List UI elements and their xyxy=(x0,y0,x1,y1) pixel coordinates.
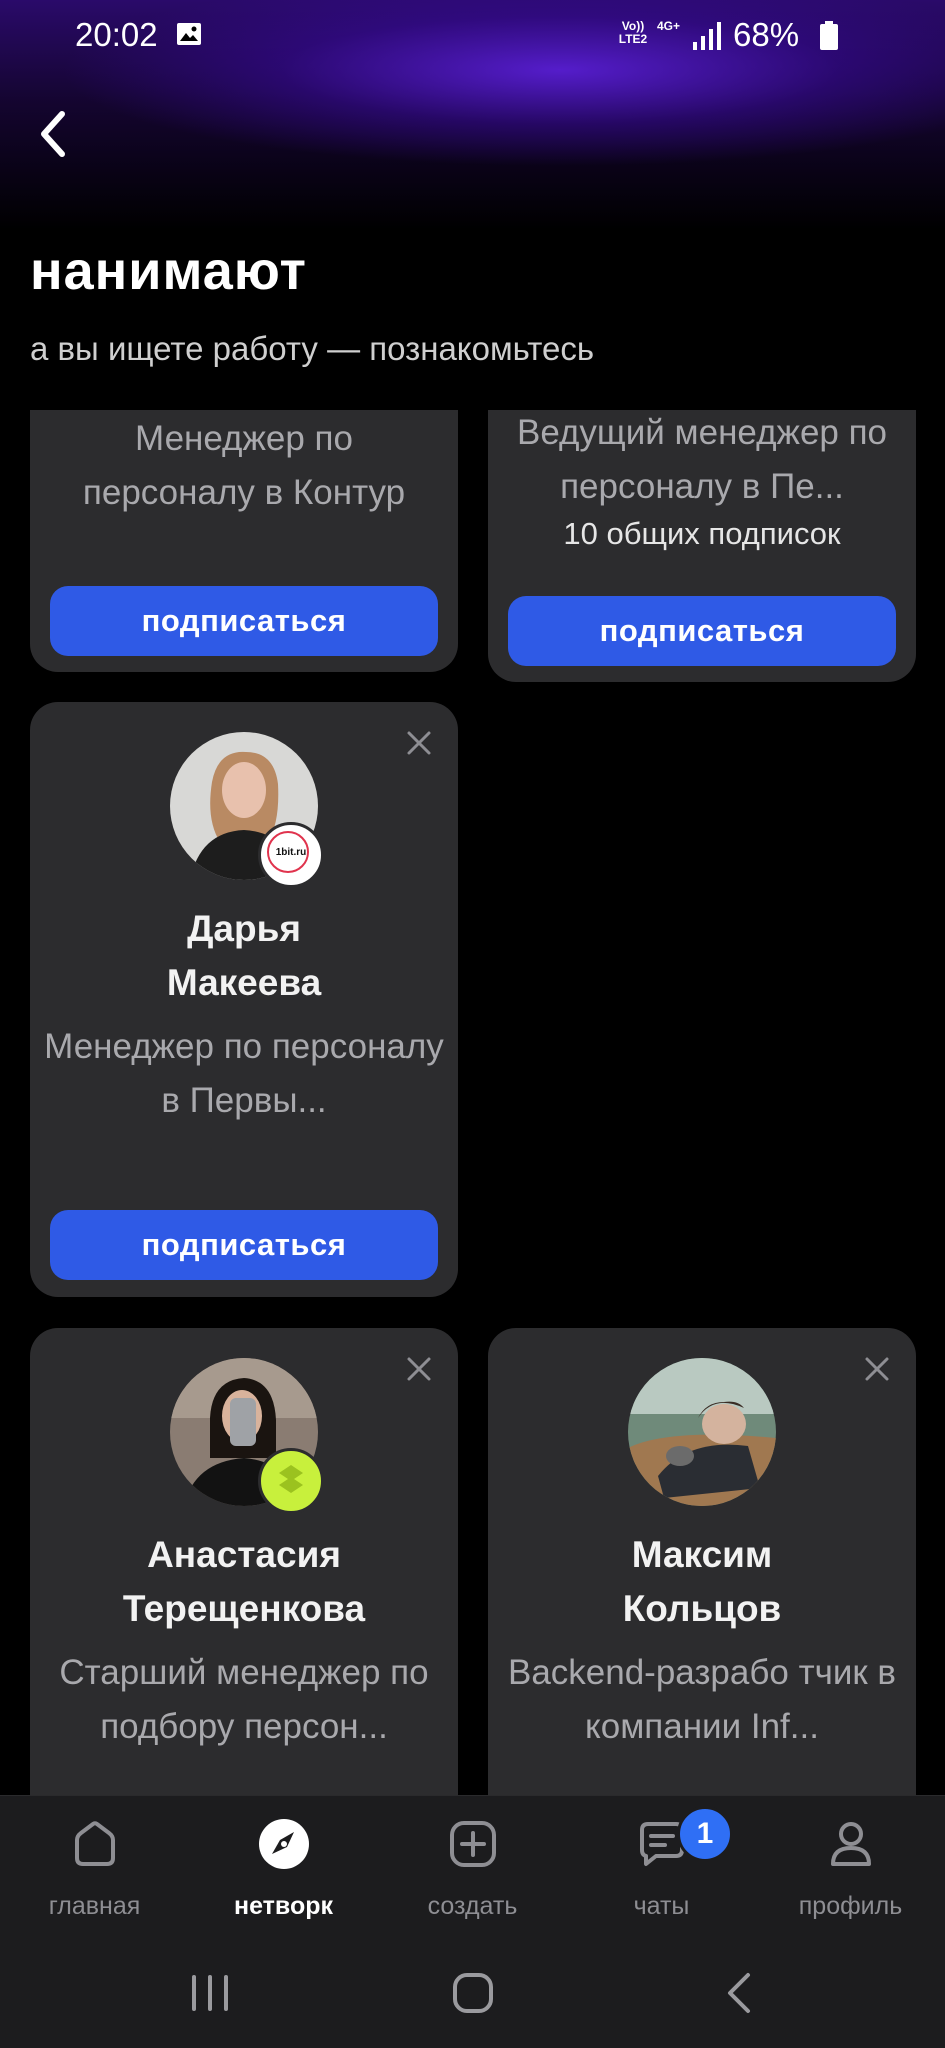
status-right: Vo)) LTE2 4G+ 68% xyxy=(585,14,945,54)
tab-label: главная xyxy=(48,1892,141,1920)
page-subtitle: а вы ищете работу — познакомьтесь xyxy=(30,330,595,367)
suggestions-grid[interactable]: Менеджер по персоналу в Контур подписать… xyxy=(0,410,945,1795)
company-badge-text: 1bit.ru xyxy=(275,847,307,858)
suggestion-card: Ведущий менеджер по персоналу в Пе... 10… xyxy=(488,410,916,682)
company-badge xyxy=(258,1448,324,1514)
company-logo-icon xyxy=(279,1465,303,1493)
chevron-left-icon xyxy=(41,111,65,157)
system-nav-bar xyxy=(0,1935,945,2048)
tab-label: создать xyxy=(427,1892,518,1920)
tab-chats[interactable]: 1 чаты xyxy=(567,1796,756,1936)
battery-icon xyxy=(820,21,838,50)
card-name[interactable]: Анастасия Терещенкова xyxy=(30,1528,458,1636)
signal-icon xyxy=(693,22,721,50)
close-icon[interactable] xyxy=(402,726,436,760)
subscribe-button[interactable]: подписаться xyxy=(50,586,438,656)
volte-indicator: Vo)) LTE2 xyxy=(618,19,648,46)
suggestion-card: Максим Кольцов Backend-разрабо тчик в ко… xyxy=(488,1328,916,1795)
network-type-indicator: 4G+ xyxy=(657,19,681,33)
back-button[interactable] xyxy=(30,104,80,164)
card-role: Ведущий менеджер по персоналу в Пе... xyxy=(516,413,888,506)
plus-square-icon xyxy=(449,1821,496,1867)
suggestion-card: Менеджер по персоналу в Контур подписать… xyxy=(30,410,458,672)
status-bar: 20:02 Vo)) LTE2 4G+ 68% xyxy=(0,0,945,72)
page-title: нанимают xyxy=(30,241,307,301)
status-time: 20:02 xyxy=(75,16,158,53)
tab-create[interactable]: создать xyxy=(378,1796,567,1936)
tab-label: чаты xyxy=(633,1892,690,1920)
tab-label: профиль xyxy=(798,1892,903,1920)
company-badge: 1bit.ru xyxy=(258,822,324,888)
close-icon[interactable] xyxy=(402,1352,436,1386)
tab-home[interactable]: главная xyxy=(0,1796,189,1936)
home-icon xyxy=(74,1821,115,1866)
subscribe-button[interactable]: подписаться xyxy=(508,596,896,666)
card-name[interactable]: Дарья Макеева xyxy=(30,902,458,1010)
compass-icon xyxy=(258,1819,309,1869)
card-role: Менеджер по персоналу в Первы... xyxy=(44,1027,444,1120)
bottom-tab-bar: главная нетворк создать 1 чаты профиль xyxy=(0,1795,945,1936)
battery-percent: 68% xyxy=(733,16,800,53)
person-icon xyxy=(830,1822,871,1866)
avatar[interactable] xyxy=(628,1358,776,1506)
gallery-notification-icon xyxy=(177,23,201,45)
tab-network[interactable]: нетворк xyxy=(189,1796,378,1936)
card-role: Backend-разрабо тчик в компании Inf... xyxy=(507,1653,897,1746)
card-role: Старший менеджер по подбору персон... xyxy=(59,1653,429,1746)
recent-apps-icon[interactable] xyxy=(180,1965,240,2021)
subscribe-button[interactable]: подписаться xyxy=(50,1210,438,1280)
tab-label: нетворк xyxy=(233,1892,333,1920)
card-role: Менеджер по персоналу в Контур xyxy=(82,419,406,512)
tab-profile[interactable]: профиль xyxy=(756,1796,945,1936)
back-nav-icon[interactable] xyxy=(710,1965,770,2021)
unread-badge: 1 xyxy=(677,1806,733,1862)
mutual-subscriptions: 10 общих подписок xyxy=(563,516,841,551)
suggestion-card: 1bit.ru Дарья Макеева Менеджер по персон… xyxy=(30,702,458,1297)
avatar-image xyxy=(628,1358,776,1506)
home-nav-icon[interactable] xyxy=(443,1965,503,2021)
suggestion-card: Анастасия Терещенкова Старший менеджер п… xyxy=(30,1328,458,1795)
close-icon[interactable] xyxy=(860,1352,894,1386)
card-name[interactable]: Максим Кольцов xyxy=(488,1528,916,1636)
